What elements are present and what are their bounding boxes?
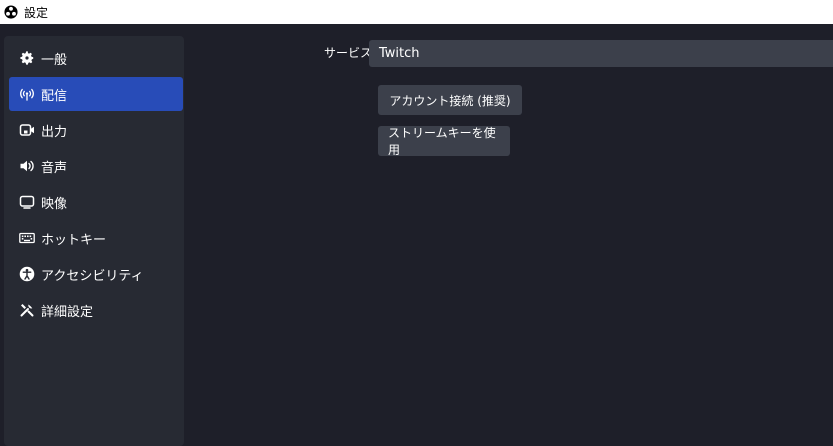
sidebar-item-hotkeys[interactable]: ホットキー xyxy=(9,221,183,255)
monitor-icon xyxy=(19,194,35,210)
sidebar-item-general[interactable]: 一般 xyxy=(9,41,183,75)
output-camera-icon xyxy=(19,122,35,138)
title-bar: 設定 xyxy=(0,0,833,24)
accessibility-icon xyxy=(19,266,35,282)
sidebar-item-label: 出力 xyxy=(41,124,68,140)
speaker-icon xyxy=(19,158,35,174)
settings-main: 一般 配信 出力 音声 映像 ホットキー アクセシビリティ 詳細設定 サービス … xyxy=(0,24,833,446)
connect-account-button[interactable]: アカウント接続 (推奨) xyxy=(378,85,522,115)
service-label: サービス xyxy=(324,46,373,60)
sidebar-item-label: 一般 xyxy=(41,52,68,68)
sidebar-item-stream[interactable]: 配信 xyxy=(9,77,183,111)
sidebar-item-video[interactable]: 映像 xyxy=(9,185,183,219)
sidebar-item-label: 映像 xyxy=(41,196,68,212)
sidebar-item-advanced[interactable]: 詳細設定 xyxy=(9,293,183,327)
tools-icon xyxy=(19,302,35,318)
sidebar-item-output[interactable]: 出力 xyxy=(9,113,183,147)
keyboard-icon xyxy=(19,230,35,246)
sidebar-item-label: 詳細設定 xyxy=(41,304,94,320)
obs-logo-icon xyxy=(4,5,18,19)
window-title: 設定 xyxy=(24,5,49,20)
sidebar-item-label: アクセシビリティ xyxy=(41,268,144,284)
broadcast-antenna-icon xyxy=(19,86,35,102)
sidebar-item-label: ホットキー xyxy=(41,232,107,248)
use-stream-key-button[interactable]: ストリームキーを使用 xyxy=(378,126,510,157)
settings-sidebar: 一般 配信 出力 音声 映像 ホットキー アクセシビリティ 詳細設定 xyxy=(4,36,184,446)
sidebar-item-audio[interactable]: 音声 xyxy=(9,149,183,183)
gear-icon xyxy=(19,50,35,66)
sidebar-item-accessibility[interactable]: アクセシビリティ xyxy=(9,257,183,291)
sidebar-item-label: 音声 xyxy=(41,160,68,176)
service-select[interactable]: Twitch xyxy=(369,40,833,67)
service-select-value: Twitch xyxy=(379,46,420,61)
sidebar-item-label: 配信 xyxy=(41,88,68,104)
